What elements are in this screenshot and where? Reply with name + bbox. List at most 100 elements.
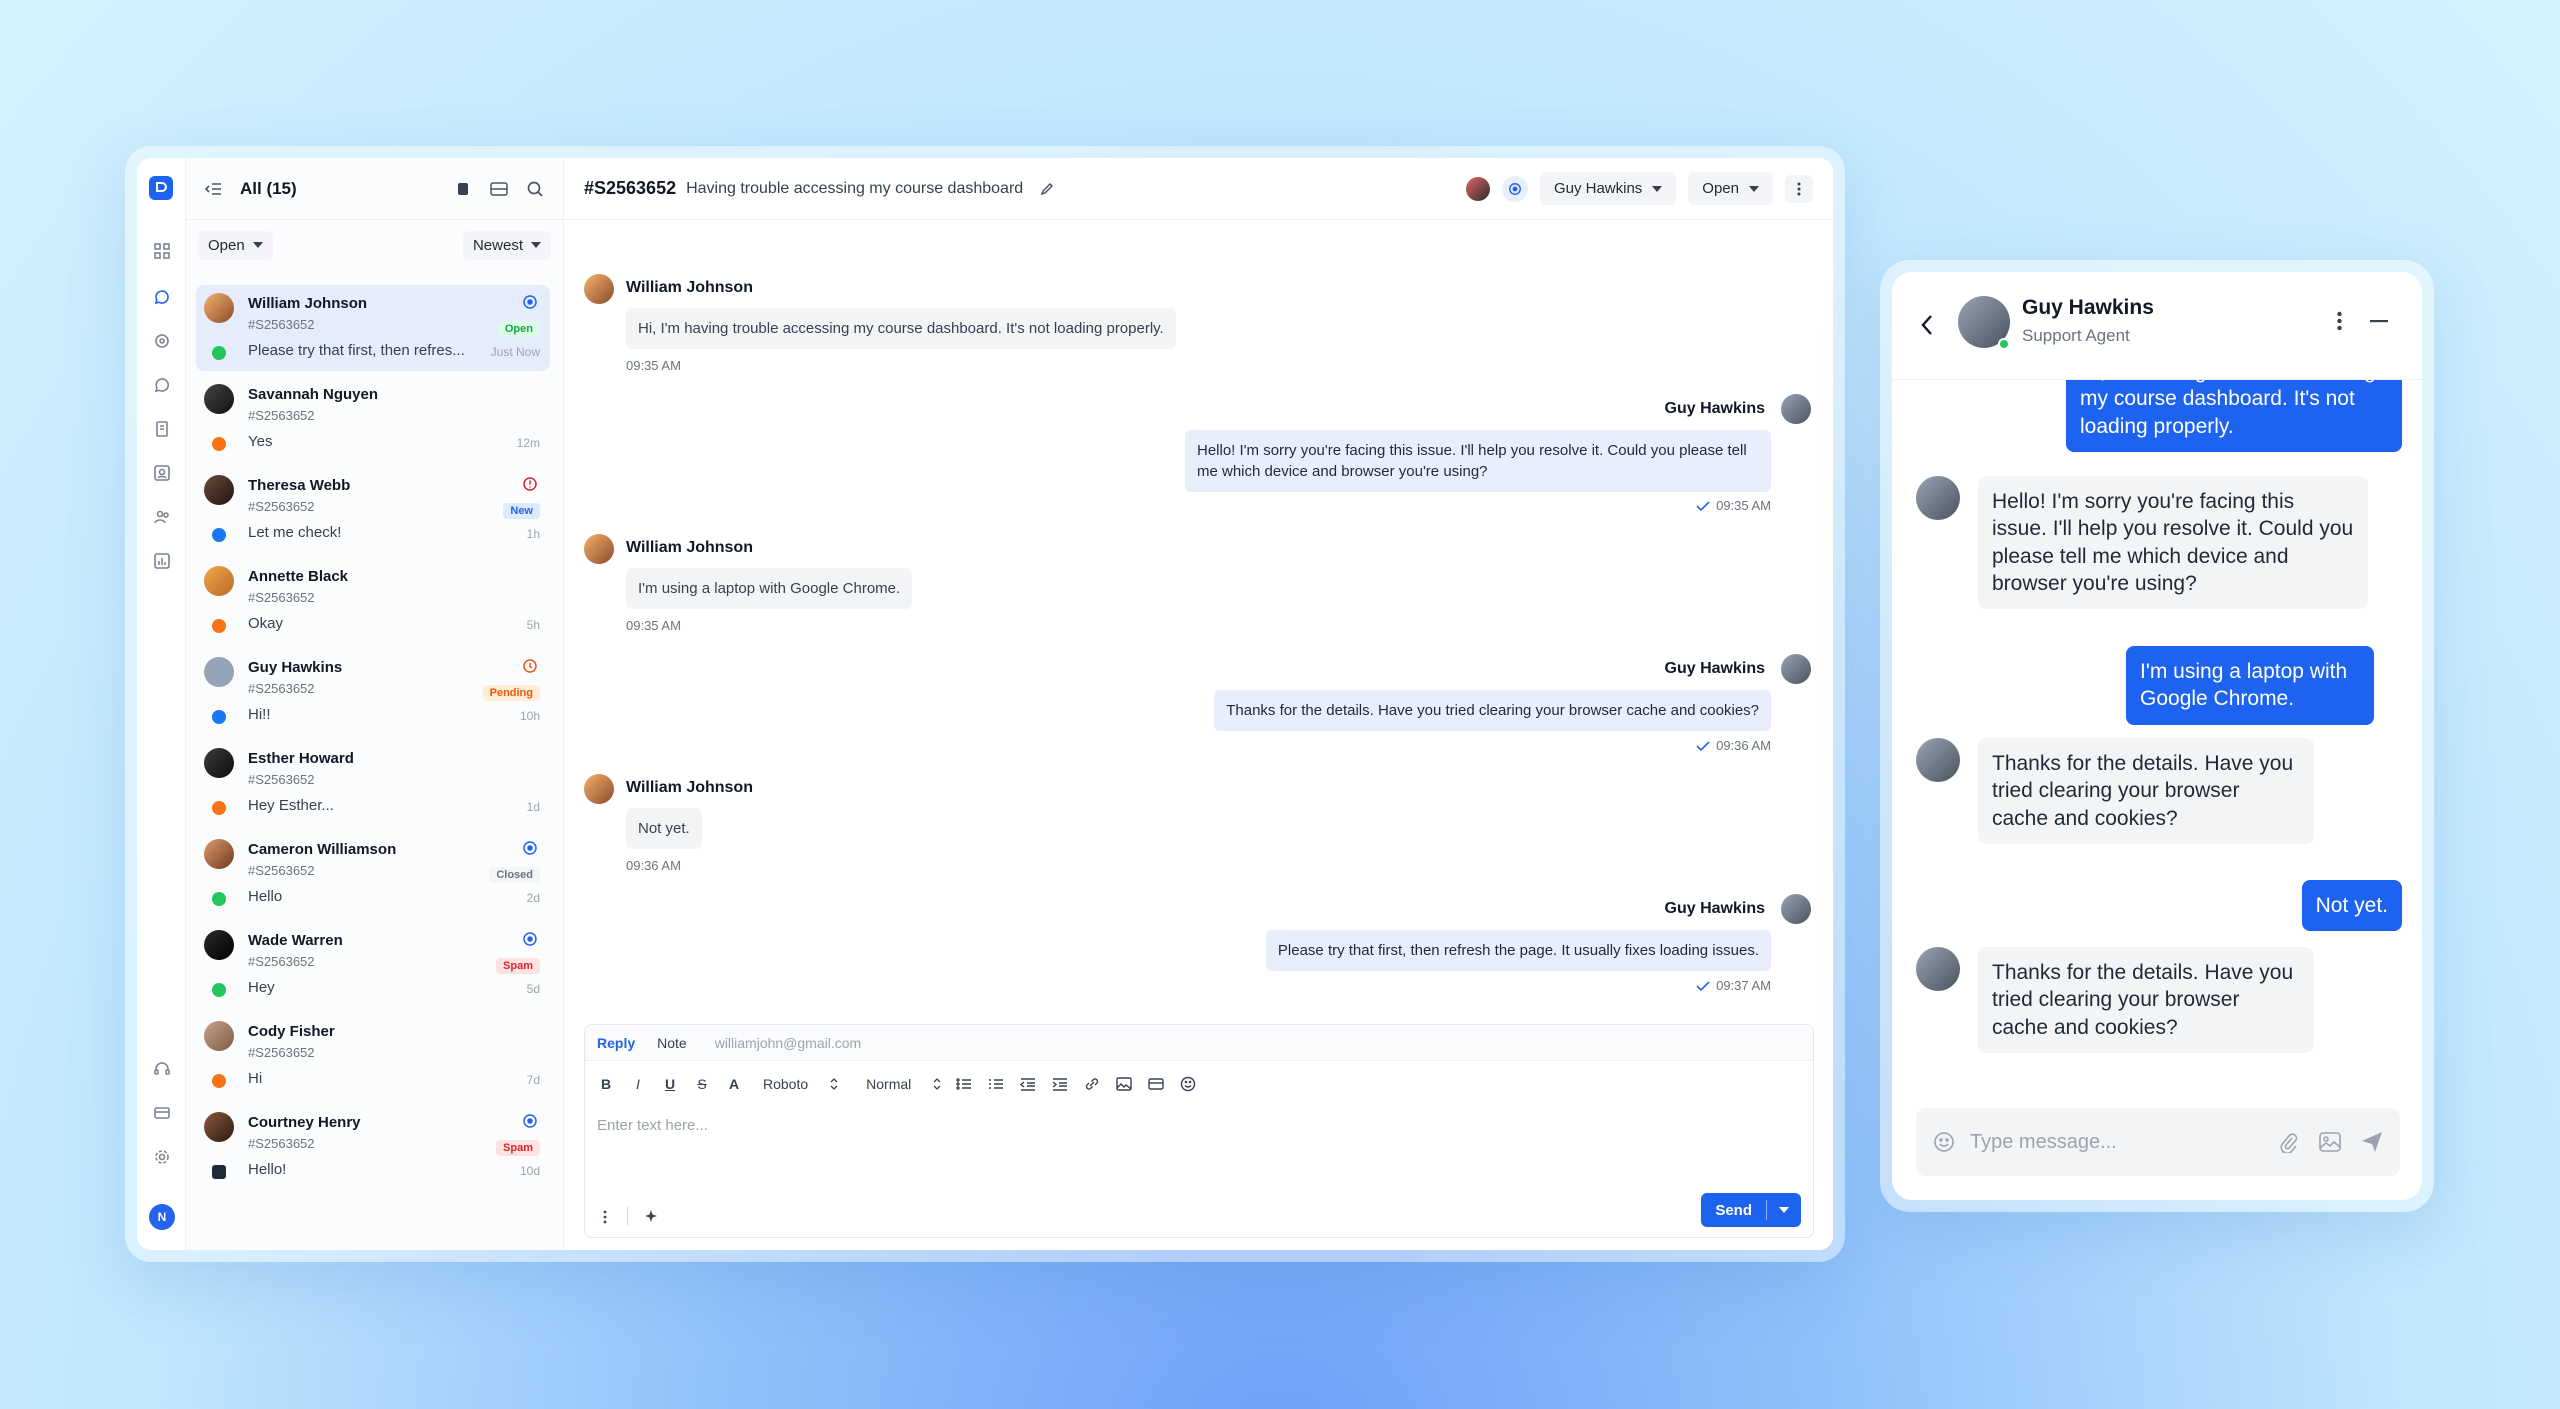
conversation-item-theresa-webb[interactable]: Theresa Webb #S2563652 Let me check! 1h … — [196, 467, 550, 553]
read-check-icon — [1696, 500, 1710, 511]
tab-reply[interactable]: Reply — [597, 1035, 635, 1051]
bullet-list-icon[interactable] — [987, 1075, 1005, 1093]
widget-message-input[interactable]: Type message... — [1970, 1131, 2258, 1154]
contact-avatar[interactable] — [1465, 176, 1490, 201]
send-plane-icon[interactable] — [2360, 1130, 2384, 1154]
minimize-icon[interactable] — [2366, 308, 2392, 334]
contact-name: Guy Hawkins — [248, 659, 343, 676]
widget-message-in: Hello! I'm sorry you're facing this issu… — [1978, 476, 2368, 610]
customer-avatar — [584, 774, 614, 804]
conversations-icon[interactable] — [149, 284, 175, 310]
conversation-item-guy-hawkins[interactable]: Guy Hawkins #S2563652 Hi!! 10h Pending — [196, 649, 550, 735]
status-filter-dropdown[interactable]: Open — [198, 230, 273, 260]
recipient-email[interactable]: williamjohn@gmail.com — [715, 1035, 861, 1051]
select-updown-icon — [933, 1078, 941, 1090]
ordered-list-icon[interactable] — [955, 1075, 973, 1093]
font-family-value: Roboto — [763, 1076, 809, 1092]
strikethrough-icon[interactable]: S — [693, 1075, 711, 1093]
whatsapp-channel-icon — [212, 892, 226, 906]
expanded-view-icon[interactable] — [485, 175, 513, 203]
last-time: 1h — [526, 527, 540, 541]
settings-gear-icon[interactable] — [149, 1144, 175, 1170]
sort-dropdown[interactable]: Newest — [462, 230, 551, 260]
font-family-select[interactable]: Roboto — [763, 1076, 838, 1092]
user-avatar[interactable]: N — [149, 1204, 175, 1230]
tab-note[interactable]: Note — [657, 1035, 687, 1051]
search-icon[interactable] — [521, 175, 549, 203]
last-message: Hello — [248, 888, 283, 905]
support-headset-icon[interactable] — [149, 1056, 175, 1082]
app-logo-icon[interactable] — [149, 176, 173, 200]
last-time: 7d — [526, 1073, 540, 1087]
indent-icon[interactable] — [1051, 1075, 1069, 1093]
ticket-number: #S2563652 — [584, 178, 677, 198]
conversation-item-william-johnson[interactable]: William Johnson #S2563652 Please try tha… — [196, 285, 550, 371]
avatar — [204, 930, 234, 960]
italic-icon[interactable]: I — [629, 1075, 647, 1093]
tickets-icon[interactable] — [149, 416, 175, 442]
whatsapp-icon[interactable] — [149, 372, 175, 398]
image-upload-icon[interactable] — [2318, 1130, 2342, 1154]
team-icon[interactable] — [149, 504, 175, 530]
reports-icon[interactable] — [149, 548, 175, 574]
agent-avatar — [1916, 947, 1960, 991]
list-header: All (15) — [186, 158, 563, 220]
send-button[interactable]: Send — [1701, 1193, 1801, 1227]
ai-sparkle-icon[interactable] — [642, 1207, 662, 1227]
customer-avatar — [584, 274, 614, 304]
video-icon[interactable] — [1147, 1075, 1165, 1093]
contacts-icon[interactable] — [149, 460, 175, 486]
text-style-select[interactable]: Normal — [866, 1076, 941, 1092]
more-options-icon[interactable] — [2326, 308, 2352, 334]
last-time: Just Now — [490, 345, 540, 359]
back-arrow-icon[interactable] — [1914, 312, 1940, 338]
status-open-icon[interactable] — [1501, 175, 1528, 202]
ticket-id: #S2563652 — [248, 499, 315, 514]
conversation-item-annette-black[interactable]: Annette Black #S2563652 Okay 5h — [196, 558, 550, 644]
link-icon[interactable] — [1083, 1075, 1101, 1093]
send-label: Send — [1715, 1201, 1752, 1219]
conversation-item-wade-warren[interactable]: Wade Warren #S2563652 Hey 5d Spam — [196, 922, 550, 1008]
image-icon[interactable] — [1115, 1075, 1133, 1093]
emoji-icon[interactable] — [1932, 1130, 1956, 1154]
chevron-down-icon — [1749, 185, 1759, 192]
agent-avatar — [1916, 738, 1960, 782]
compact-view-icon[interactable] — [449, 175, 477, 203]
agent-name: Guy Hawkins — [2022, 296, 2154, 319]
tracking-icon[interactable] — [149, 328, 175, 354]
chat-channel-icon — [212, 437, 226, 451]
attachment-paperclip-icon[interactable] — [2276, 1130, 2300, 1154]
bold-icon[interactable]: B — [597, 1075, 615, 1093]
agent-role: Support Agent — [2022, 326, 2130, 345]
outdent-icon[interactable] — [1019, 1075, 1037, 1093]
conversation-item-esther-howard[interactable]: Esther Howard #S2563652 Hey Esther... 1d — [196, 740, 550, 826]
last-message: Hi!! — [248, 706, 271, 723]
contact-name: Annette Black — [248, 568, 349, 585]
last-time: 12m — [516, 436, 540, 450]
more-vertical-icon[interactable] — [597, 1207, 613, 1227]
text-color-icon[interactable]: A — [725, 1075, 743, 1093]
chevron-down-icon — [1652, 185, 1663, 192]
app-frame: N All (15) Open Newest William Johnson #… — [137, 158, 1833, 1250]
conversation-item-courtney-henry[interactable]: Courtney Henry #S2563652 Hello! 10d Spam — [196, 1104, 550, 1190]
conversation-item-savannah-nguyen[interactable]: Savannah Nguyen #S2563652 Yes 12m — [196, 376, 550, 462]
edit-pencil-icon[interactable] — [1037, 179, 1057, 199]
conversation-item-cody-fisher[interactable]: Cody Fisher #S2563652 Hi 7d — [196, 1013, 550, 1099]
status-dropdown[interactable]: Open — [1688, 172, 1773, 205]
underline-icon[interactable]: U — [661, 1075, 679, 1093]
last-time: 2d — [526, 891, 540, 905]
ticket-id: #S2563652 — [248, 408, 315, 423]
billing-icon[interactable] — [149, 1100, 175, 1126]
assignee-dropdown[interactable]: Guy Hawkins — [1539, 172, 1677, 205]
send-options-icon[interactable] — [1767, 1207, 1801, 1213]
conversation-item-cameron-williamson[interactable]: Cameron Williamson #S2563652 Hello 2d Cl… — [196, 831, 550, 917]
message-input[interactable]: Enter text here... — [597, 1117, 708, 1134]
collapse-menu-icon[interactable] — [200, 175, 228, 203]
emoji-icon[interactable] — [1179, 1075, 1197, 1093]
facebook-channel-icon — [212, 528, 226, 542]
message-time-text: 09:36 AM — [1716, 738, 1771, 753]
message-bubble: Hello! I'm sorry you're facing this issu… — [1185, 430, 1771, 492]
dashboard-icon[interactable] — [149, 238, 175, 264]
more-options-icon[interactable] — [1785, 174, 1813, 203]
contact-name: Cameron Williamson — [248, 841, 397, 858]
